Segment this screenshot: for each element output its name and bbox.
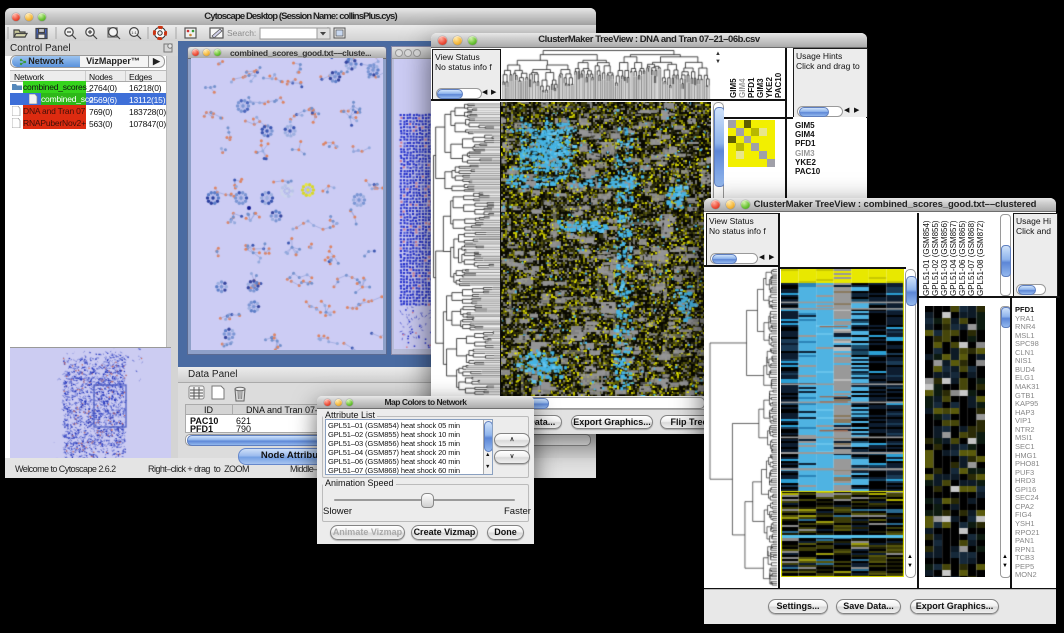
svg-text:Search:: Search:: [227, 28, 256, 38]
svg-text:1:1: 1:1: [131, 30, 137, 35]
